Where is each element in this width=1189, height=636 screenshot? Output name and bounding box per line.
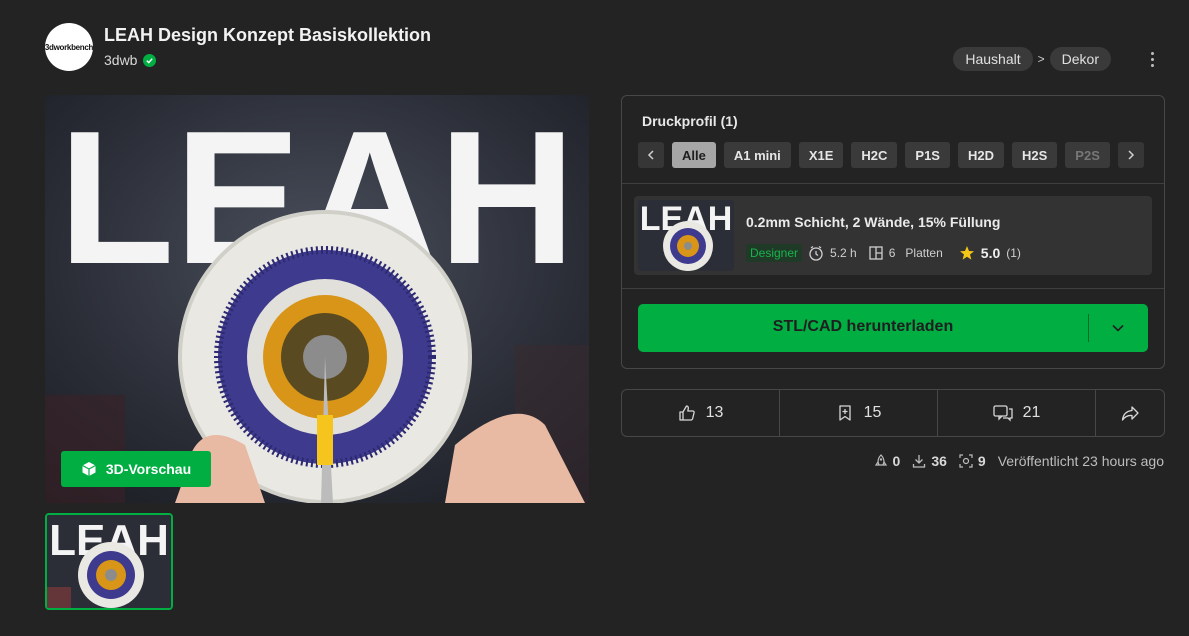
boost-count: 0 [892, 453, 901, 469]
clock-icon [809, 245, 823, 261]
tabs-next-button[interactable] [1117, 142, 1144, 168]
plates-icon [869, 246, 883, 260]
tab-h2d[interactable]: H2D [957, 142, 1004, 168]
tab-x1e[interactable]: X1E [798, 142, 844, 168]
designer-badge: Designer [746, 244, 803, 262]
chevron-left-icon [647, 150, 654, 160]
printer-tabs: Alle A1 mini X1E H2C P1S H2D H2S P2S [638, 142, 1144, 168]
model-stats: 0 36 9 Veröffentlicht 23 hours ago [874, 453, 1164, 469]
gallery-thumbnail[interactable]: LEAH [45, 513, 173, 610]
print-time: 5.2 h [830, 246, 857, 260]
author-avatar[interactable]: 3dworkbench [45, 23, 93, 71]
collect-button[interactable]: 15 [780, 390, 938, 436]
breadcrumb: Haushalt > Dekor [953, 47, 1111, 71]
comment-count: 21 [1022, 404, 1041, 421]
breadcrumb-item-dekor[interactable]: Dekor [1049, 47, 1111, 71]
download-stat: 36 [912, 453, 947, 469]
tab-a1-mini[interactable]: A1 mini [723, 142, 791, 168]
author-name[interactable]: 3dwb [104, 52, 137, 68]
print-icon [959, 454, 973, 468]
hero-image[interactable]: LEAH [45, 95, 589, 503]
print-stat: 9 [959, 453, 986, 469]
plates-count: 6 [888, 246, 896, 260]
3d-preview-button[interactable]: 3D-Vorschau [61, 451, 211, 487]
published-time: Veröffentlicht 23 hours ago [997, 453, 1164, 469]
download-icon [913, 455, 926, 468]
rating-count: (1) [1006, 246, 1021, 260]
profile-thumbnail: LEAH [638, 200, 734, 271]
model-title: LEAH Design Konzept Basiskollektion [104, 25, 432, 45]
share-button[interactable] [1096, 390, 1164, 436]
print-profile-title: Druckprofil (1) [642, 113, 738, 129]
rocket-icon [874, 454, 887, 466]
download-count: 36 [931, 453, 947, 469]
download-options-button[interactable] [1088, 304, 1148, 352]
profile-meta: Designer 5.2 h 6 Platten 5.0 (1) [746, 244, 1021, 262]
divider [622, 183, 1164, 184]
breadcrumb-item-haushalt[interactable]: Haushalt [953, 47, 1033, 71]
print-count: 9 [977, 453, 986, 469]
breadcrumb-separator: > [1037, 52, 1045, 66]
download-button[interactable]: STL/CAD herunterladen [638, 304, 1148, 352]
thumbs-up-icon [678, 405, 695, 421]
3d-preview-label: 3D-Vorschau [105, 461, 192, 477]
print-profile-panel: Druckprofil (1) Alle A1 mini X1E H2C P1S… [621, 95, 1165, 369]
tab-h2c[interactable]: H2C [851, 142, 898, 168]
print-profile-card[interactable]: LEAH 0.2mm Schicht, 2 Wände, 15% Füllung… [634, 196, 1152, 275]
like-button[interactable]: 13 [622, 390, 780, 436]
avatar-text: 3dworkbench [45, 42, 93, 52]
rating-value: 5.0 [980, 245, 1001, 261]
divider [622, 288, 1164, 289]
tabs-prev-button[interactable] [638, 142, 664, 168]
tab-h2s[interactable]: H2S [1012, 142, 1058, 168]
tab-alle[interactable]: Alle [672, 142, 716, 168]
more-options-icon[interactable] [1145, 48, 1159, 70]
verified-icon [143, 53, 157, 67]
tab-p2s[interactable]: P2S [1065, 142, 1110, 168]
star-icon [959, 246, 974, 260]
plates-label: Platten [905, 246, 943, 260]
bookmark-add-icon [838, 405, 851, 421]
author-row[interactable]: 3dwb [104, 52, 157, 68]
comment-icon [992, 405, 1013, 422]
chevron-right-icon [1128, 150, 1134, 160]
like-count: 13 [705, 404, 724, 421]
chevron-down-icon [1112, 324, 1124, 332]
action-bar: 13 15 21 [621, 389, 1165, 437]
boost-stat: 0 [874, 453, 901, 469]
comment-button[interactable]: 21 [938, 390, 1096, 436]
cube-icon [82, 462, 96, 476]
share-icon [1121, 406, 1139, 421]
profile-name: 0.2mm Schicht, 2 Wände, 15% Füllung [746, 214, 1001, 230]
tab-p1s[interactable]: P1S [905, 142, 950, 168]
collect-count: 15 [863, 404, 882, 421]
download-label: STL/CAD herunterladen [772, 318, 954, 335]
